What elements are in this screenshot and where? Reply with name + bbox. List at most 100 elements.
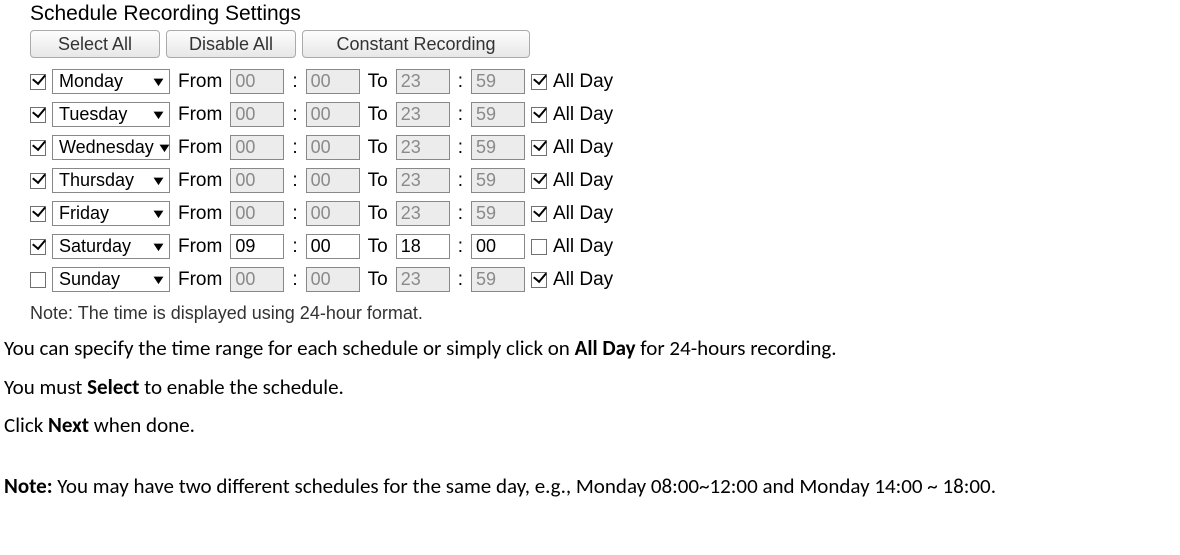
from-label: From xyxy=(176,170,224,191)
enable-checkbox[interactable] xyxy=(30,173,46,189)
to-minute-input[interactable]: 59 xyxy=(471,69,525,94)
time-colon: : xyxy=(456,104,465,125)
time-colon: : xyxy=(290,104,299,125)
day-select-value: Tuesday xyxy=(59,104,127,125)
instruction-text-span: to enable the schedule. xyxy=(139,374,343,400)
to-label: To xyxy=(366,203,390,224)
from-hour-input[interactable]: 00 xyxy=(230,168,284,193)
all-day-label: All Day xyxy=(551,203,615,224)
all-day-checkbox[interactable] xyxy=(531,74,547,90)
instruction-text-span: You may have two different schedules for… xyxy=(53,473,996,499)
chevron-down-icon: ▼ xyxy=(156,141,173,154)
chevron-down-icon: ▼ xyxy=(150,75,167,88)
day-select-value: Friday xyxy=(59,203,109,224)
schedule-row: Sunday▼From00:00To23:59All Day xyxy=(30,264,621,295)
from-label: From xyxy=(176,137,224,158)
to-hour-input[interactable]: 23 xyxy=(396,69,450,94)
enable-checkbox[interactable] xyxy=(30,206,46,222)
to-hour-input[interactable]: 23 xyxy=(396,102,450,127)
disable-all-button[interactable]: Disable All xyxy=(166,30,296,58)
time-colon: : xyxy=(456,71,465,92)
time-colon: : xyxy=(456,203,465,224)
enable-checkbox[interactable] xyxy=(30,107,46,123)
all-day-label: All Day xyxy=(551,137,615,158)
day-select[interactable]: Wednesday▼ xyxy=(52,135,170,160)
day-select-value: Thursday xyxy=(59,170,134,191)
instruction-text-span: Click xyxy=(4,412,48,438)
all-day-checkbox[interactable] xyxy=(531,107,547,123)
to-minute-input[interactable]: 59 xyxy=(471,201,525,226)
from-minute-input[interactable]: 00 xyxy=(306,168,360,193)
day-select[interactable]: Monday ▼ xyxy=(52,69,170,94)
from-hour-input[interactable]: 00 xyxy=(230,102,284,127)
enable-checkbox[interactable] xyxy=(30,272,46,288)
from-hour-input[interactable]: 00 xyxy=(230,69,284,94)
from-minute-input[interactable]: 00 xyxy=(306,102,360,127)
from-label: From xyxy=(176,203,224,224)
to-minute-input[interactable]: 59 xyxy=(471,267,525,292)
all-day-checkbox[interactable] xyxy=(531,173,547,189)
day-select[interactable]: Friday▼ xyxy=(52,201,170,226)
format-note: Note: The time is displayed using 24-hou… xyxy=(30,303,1180,324)
constant-recording-button[interactable]: Constant Recording xyxy=(302,30,530,58)
instruction-bold-note: Note: xyxy=(4,473,53,499)
time-colon: : xyxy=(290,269,299,290)
day-select[interactable]: Sunday ▼ xyxy=(52,267,170,292)
time-colon: : xyxy=(290,236,299,257)
day-select[interactable]: Tuesday ▼ xyxy=(52,102,170,127)
to-minute-input[interactable]: 00 xyxy=(471,234,525,259)
from-minute-input[interactable]: 00 xyxy=(306,69,360,94)
schedule-row: Wednesday▼From00:00To23:59All Day xyxy=(30,132,621,163)
enable-checkbox[interactable] xyxy=(30,74,46,90)
from-hour-input[interactable]: 09 xyxy=(230,234,284,259)
schedule-row: Thursday▼From00:00To23:59All Day xyxy=(30,165,621,196)
enable-checkbox[interactable] xyxy=(30,140,46,156)
from-minute-input[interactable]: 00 xyxy=(306,267,360,292)
time-colon: : xyxy=(290,71,299,92)
to-hour-input[interactable]: 23 xyxy=(396,135,450,160)
time-colon: : xyxy=(456,170,465,191)
schedule-row: Monday▼From00:00To23:59All Day xyxy=(30,66,621,97)
to-minute-input[interactable]: 59 xyxy=(471,135,525,160)
from-hour-input[interactable]: 00 xyxy=(230,201,284,226)
day-select[interactable]: Thursday▼ xyxy=(52,168,170,193)
from-hour-input[interactable]: 00 xyxy=(230,267,284,292)
day-select-value: Monday xyxy=(59,71,123,92)
instruction-bold-select: Select xyxy=(87,374,139,400)
all-day-label: All Day xyxy=(551,104,615,125)
day-select-value: Sunday xyxy=(59,269,120,290)
all-day-checkbox[interactable] xyxy=(531,272,547,288)
from-minute-input[interactable]: 00 xyxy=(306,234,360,259)
to-minute-input[interactable]: 59 xyxy=(471,102,525,127)
from-label: From xyxy=(176,269,224,290)
to-hour-input[interactable]: 23 xyxy=(396,201,450,226)
to-label: To xyxy=(366,269,390,290)
to-label: To xyxy=(366,104,390,125)
to-minute-input[interactable]: 59 xyxy=(471,168,525,193)
enable-checkbox[interactable] xyxy=(30,239,46,255)
time-colon: : xyxy=(456,137,465,158)
to-hour-input[interactable]: 23 xyxy=(396,267,450,292)
day-select[interactable]: Saturday▼ xyxy=(52,234,170,259)
all-day-checkbox[interactable] xyxy=(531,206,547,222)
all-day-label: All Day xyxy=(551,71,615,92)
panel-button-row: Select All Disable All Constant Recordin… xyxy=(30,30,1180,58)
time-colon: : xyxy=(456,236,465,257)
to-hour-input[interactable]: 23 xyxy=(396,168,450,193)
from-minute-input[interactable]: 00 xyxy=(306,135,360,160)
chevron-down-icon: ▼ xyxy=(150,273,167,286)
instruction-text-span: for 24-hours recording. xyxy=(636,335,837,361)
day-select-value: Wednesday xyxy=(59,137,154,158)
all-day-checkbox[interactable] xyxy=(531,239,547,255)
to-hour-input[interactable]: 18 xyxy=(396,234,450,259)
schedule-row: Friday▼From00:00To23:59All Day xyxy=(30,198,621,229)
select-all-button[interactable]: Select All xyxy=(30,30,160,58)
all-day-label: All Day xyxy=(551,170,615,191)
from-minute-input[interactable]: 00 xyxy=(306,201,360,226)
all-day-checkbox[interactable] xyxy=(531,140,547,156)
to-label: To xyxy=(366,137,390,158)
from-label: From xyxy=(176,104,224,125)
from-hour-input[interactable]: 00 xyxy=(230,135,284,160)
chevron-down-icon: ▼ xyxy=(150,108,167,121)
time-colon: : xyxy=(290,170,299,191)
